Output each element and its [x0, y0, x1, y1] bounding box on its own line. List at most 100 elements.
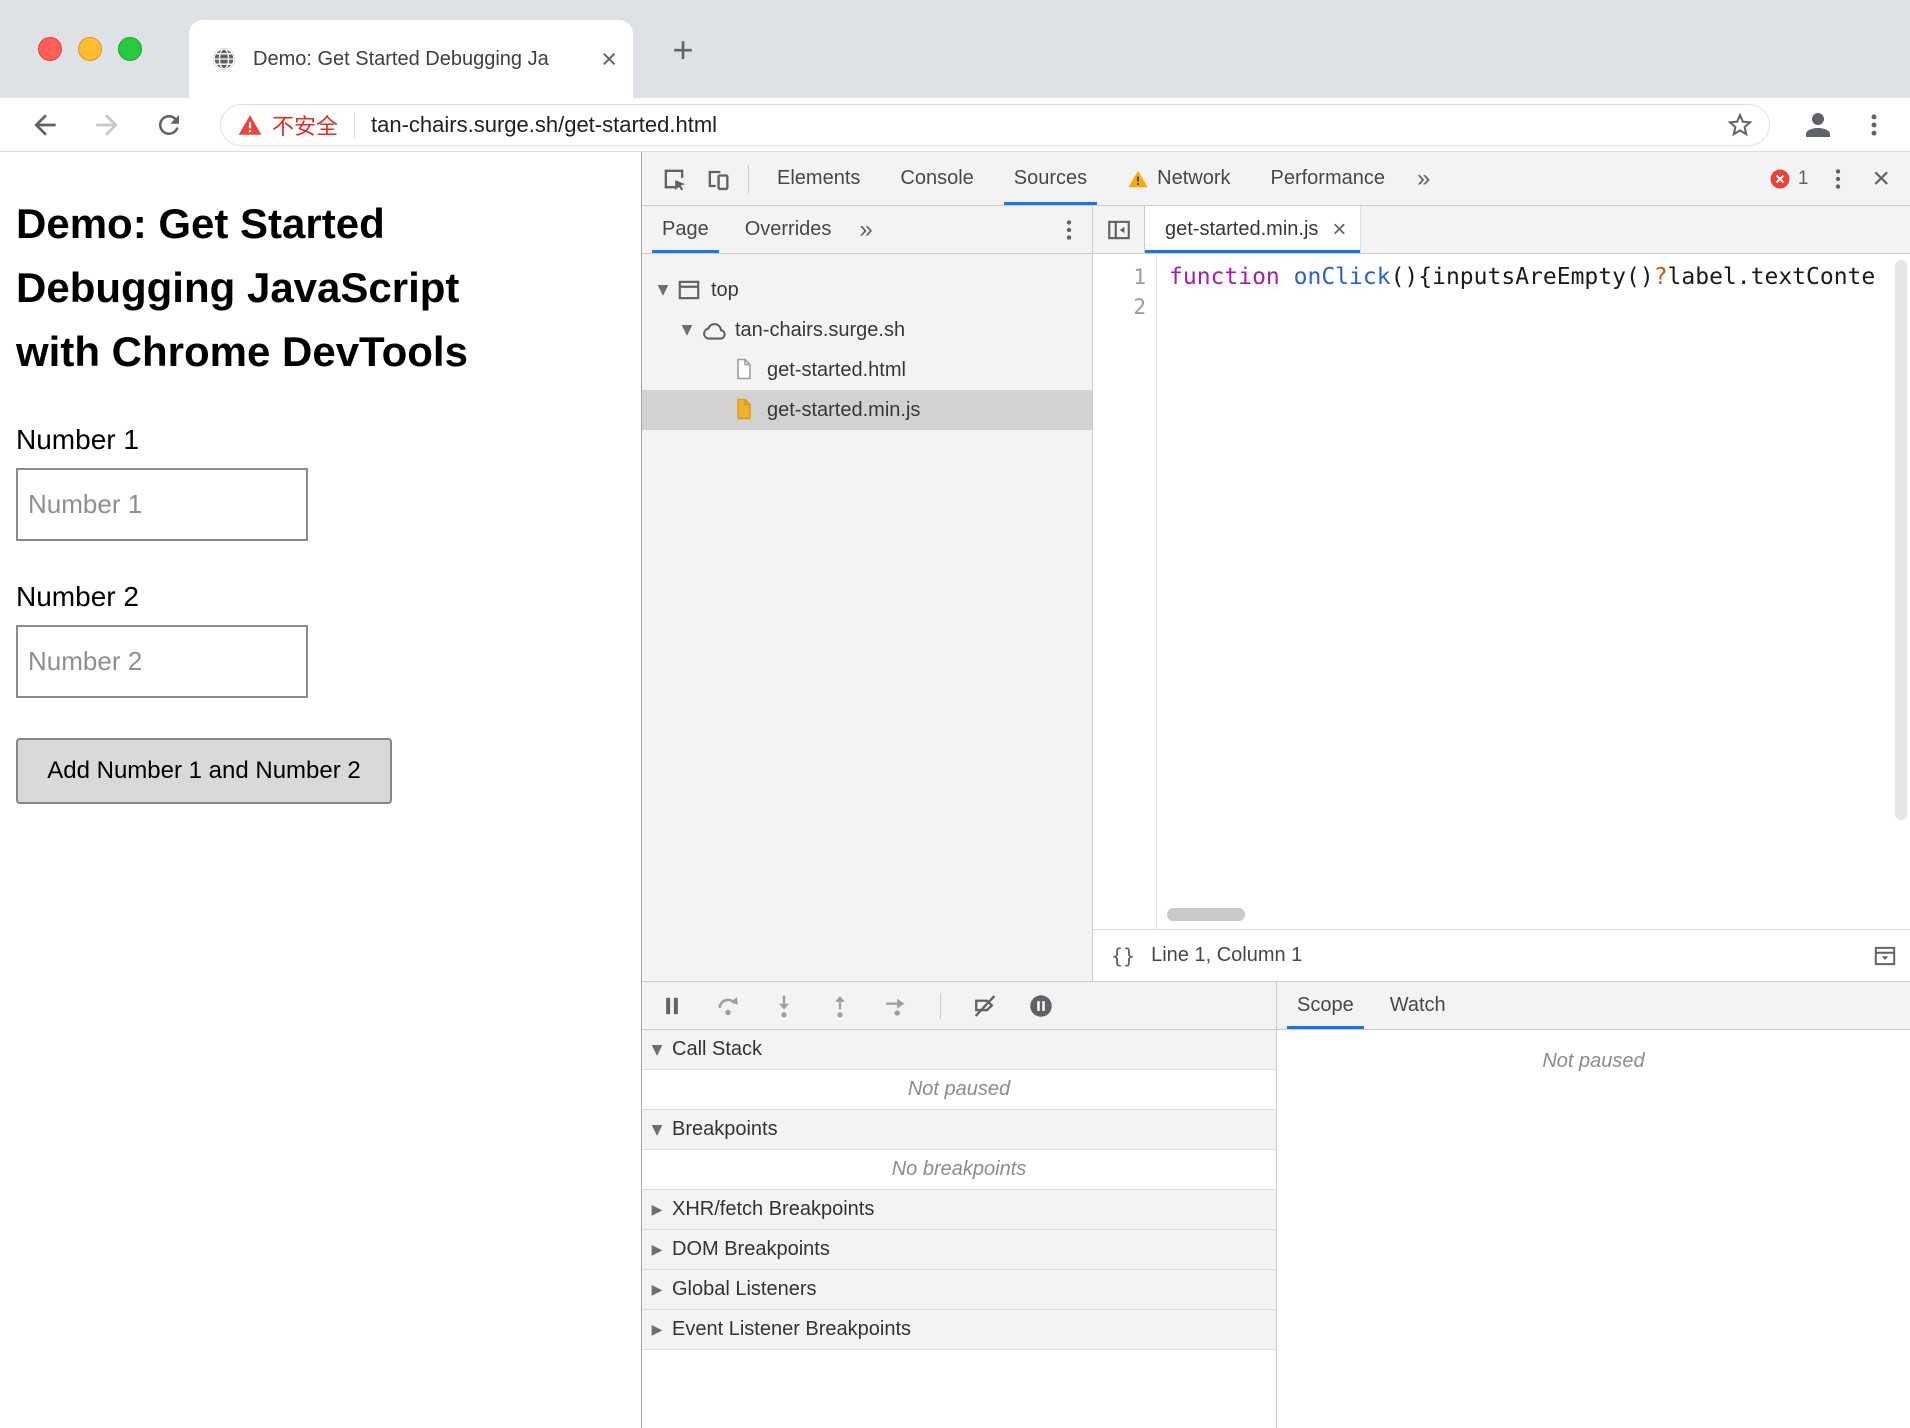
network-warning-icon	[1128, 170, 1148, 187]
caret-right-icon: ▶	[651, 1241, 663, 1258]
error-count-badge[interactable]: 1	[1769, 168, 1808, 190]
token-punctuation: ()	[1625, 264, 1654, 290]
inspect-element-button[interactable]	[652, 157, 696, 201]
number-2-input[interactable]	[16, 625, 308, 698]
file-tree: ▼ top ▼ tan-chairs.surge.sh get-started.…	[642, 254, 1092, 981]
token-keyword: function	[1169, 264, 1280, 290]
browser-tab[interactable]: Demo: Get Started Debugging Ja ×	[189, 20, 633, 98]
tree-item-label: get-started.html	[767, 358, 906, 381]
device-toolbar-button[interactable]	[696, 157, 740, 201]
sources-navigator: Page Overrides » ▼ top ▼ tan-chairs.surg…	[642, 206, 1093, 981]
devtools-toolbar: Elements Console Sources Network Perform…	[642, 152, 1910, 206]
caret-down-icon: ▼	[651, 1041, 663, 1058]
hide-navigator-button[interactable]	[1093, 206, 1145, 253]
tab-performance[interactable]: Performance	[1251, 152, 1406, 205]
breakpoints-status: No breakpoints	[642, 1150, 1276, 1190]
caret-down-icon[interactable]: ▼	[676, 322, 698, 338]
debugger-toolbar-separator	[940, 992, 941, 1019]
code-lines: function onClick(){inputsAreEmpty()?label…	[1169, 262, 1890, 292]
file-tab-close-icon[interactable]: ×	[1332, 217, 1346, 242]
section-call-stack[interactable]: ▼ Call Stack	[642, 1030, 1276, 1070]
content-area: Demo: Get Started Debugging JavaScript w…	[0, 152, 1910, 1428]
token-function-name: onClick	[1293, 264, 1391, 290]
url-text: tan-chairs.surge.sh/get-started.html	[371, 111, 718, 137]
window-minimize-button[interactable]	[78, 37, 102, 61]
add-numbers-button[interactable]: Add Number 1 and Number 2	[16, 738, 392, 804]
editor-horizontal-scrollbar[interactable]	[1167, 908, 1245, 921]
tab-network[interactable]: Network	[1107, 152, 1250, 205]
call-stack-status: Not paused	[642, 1070, 1276, 1110]
section-title: Breakpoints	[672, 1118, 778, 1140]
tree-item-get-started-html[interactable]: get-started.html	[642, 350, 1092, 390]
tab-elements[interactable]: Elements	[757, 152, 880, 205]
pause-on-exceptions-button[interactable]	[1027, 992, 1055, 1020]
section-global-listeners[interactable]: ▶ Global Listeners	[642, 1270, 1276, 1310]
not-secure-warning-icon	[237, 112, 263, 138]
section-breakpoints[interactable]: ▼ Breakpoints	[642, 1110, 1276, 1150]
section-event-listener-breakpoints[interactable]: ▶ Event Listener Breakpoints	[642, 1310, 1276, 1350]
scope-tabbar: Scope Watch	[1277, 982, 1910, 1030]
code-area[interactable]: 1 2 function onClick(){inputsAreEmpty()?l…	[1093, 254, 1910, 929]
section-dom-breakpoints[interactable]: ▶ DOM Breakpoints	[642, 1230, 1276, 1270]
pause-button[interactable]	[658, 992, 686, 1020]
tree-item-domain[interactable]: ▼ tan-chairs.surge.sh	[642, 310, 1092, 350]
tree-item-label: tan-chairs.surge.sh	[735, 318, 906, 341]
page-heading: Demo: Get Started Debugging JavaScript w…	[16, 200, 468, 375]
tab-close-icon[interactable]: ×	[601, 45, 617, 73]
section-xhr-fetch-breakpoints[interactable]: ▶ XHR/fetch Breakpoints	[642, 1190, 1276, 1230]
navigator-tab-overrides[interactable]: Overrides	[729, 206, 848, 253]
file-tab-get-started-min-js[interactable]: get-started.min.js ×	[1145, 206, 1362, 253]
tab-sources[interactable]: Sources	[994, 152, 1107, 205]
devtools-menu-button[interactable]	[1816, 157, 1860, 201]
debugger-pane: ▼ Call Stack Not paused ▼ Breakpoints No…	[642, 982, 1277, 1428]
section-title: DOM Breakpoints	[672, 1238, 830, 1260]
number-1-input[interactable]	[16, 468, 308, 541]
step-button[interactable]	[882, 992, 910, 1020]
browser-menu-button[interactable]	[1858, 109, 1890, 141]
address-bar[interactable]: 不安全 tan-chairs.surge.sh/get-started.html	[220, 103, 1770, 146]
tab-watch[interactable]: Watch	[1374, 982, 1462, 1029]
token-punctuation: (){	[1390, 264, 1433, 290]
editor-vertical-scrollbar[interactable]	[1895, 260, 1907, 820]
section-title: Global Listeners	[672, 1278, 817, 1300]
step-out-button[interactable]	[826, 992, 854, 1020]
section-title: Event Listener Breakpoints	[672, 1318, 912, 1340]
bookmark-star-icon[interactable]	[1725, 110, 1755, 140]
navigator-tabbar: Page Overrides »	[642, 206, 1092, 254]
tab-console[interactable]: Console	[880, 152, 993, 205]
scope-watch-pane: Scope Watch Not paused	[1277, 982, 1910, 1428]
forward-button[interactable]	[90, 108, 124, 142]
reload-button[interactable]	[152, 108, 186, 142]
window-close-button[interactable]	[38, 37, 62, 61]
step-into-button[interactable]	[770, 992, 798, 1020]
tree-item-label: get-started.min.js	[767, 398, 921, 421]
document-icon	[732, 357, 758, 383]
navigator-more-tabs-button[interactable]: »	[847, 216, 884, 244]
step-over-button[interactable]	[714, 992, 742, 1020]
profile-avatar-button[interactable]	[1800, 107, 1836, 143]
caret-down-icon[interactable]: ▼	[652, 282, 674, 298]
tab-scope[interactable]: Scope	[1281, 982, 1370, 1029]
token-operator: ?	[1653, 264, 1668, 290]
tree-item-get-started-min-js[interactable]: get-started.min.js	[642, 390, 1092, 430]
not-secure-label: 不安全	[272, 113, 339, 139]
toggle-debugger-sidebar-button[interactable]	[1872, 943, 1910, 969]
window-controls	[38, 37, 142, 61]
navigator-menu-button[interactable]	[1056, 217, 1092, 243]
devtools-panel: Elements Console Sources Network Perform…	[641, 152, 1910, 1428]
script-file-icon	[732, 397, 758, 423]
navigator-tab-page[interactable]: Page	[646, 206, 725, 253]
cursor-position: Line 1, Column 1	[1151, 944, 1303, 966]
devtools-close-button[interactable]: ×	[1860, 163, 1902, 194]
pretty-print-button[interactable]: {}	[1093, 944, 1151, 968]
back-button[interactable]	[28, 108, 62, 142]
editor-tabbar: get-started.min.js ×	[1093, 206, 1910, 254]
browser-window: Demo: Get Started Debugging Ja × + 不安全 t…	[0, 0, 1910, 1428]
new-tab-button[interactable]: +	[660, 27, 706, 73]
tree-item-top[interactable]: ▼ top	[642, 270, 1092, 310]
globe-favicon-icon	[211, 46, 237, 72]
more-panels-button[interactable]: »	[1405, 165, 1442, 193]
deactivate-breakpoints-button[interactable]	[971, 992, 999, 1020]
window-zoom-button[interactable]	[118, 37, 142, 61]
cloud-icon	[700, 317, 726, 343]
